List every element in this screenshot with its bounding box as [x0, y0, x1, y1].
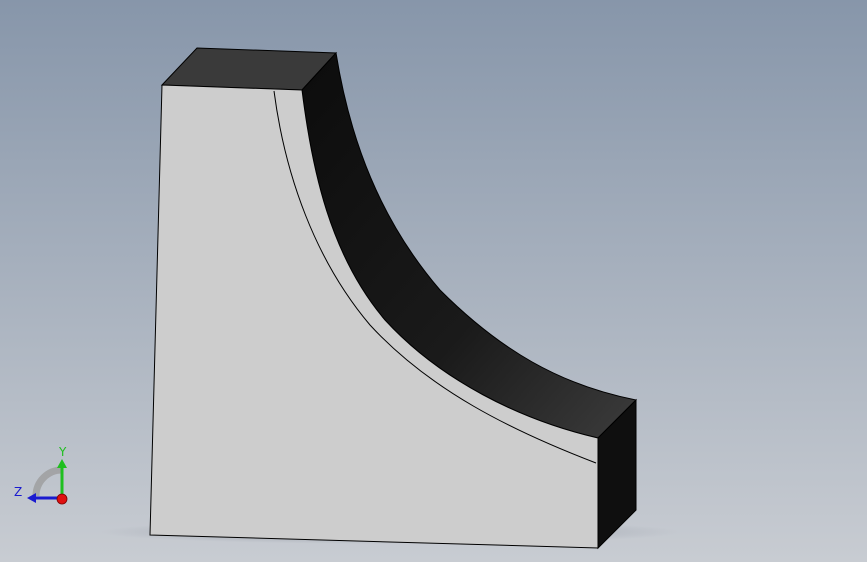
model-view-canvas[interactable]: Y Z: [0, 0, 867, 562]
triad-z-label: Z: [14, 485, 22, 499]
graphics-viewport[interactable]: Y Z: [0, 0, 867, 562]
triad-y-label: Y: [58, 445, 67, 459]
triad-x-axis-dot: [56, 493, 68, 505]
